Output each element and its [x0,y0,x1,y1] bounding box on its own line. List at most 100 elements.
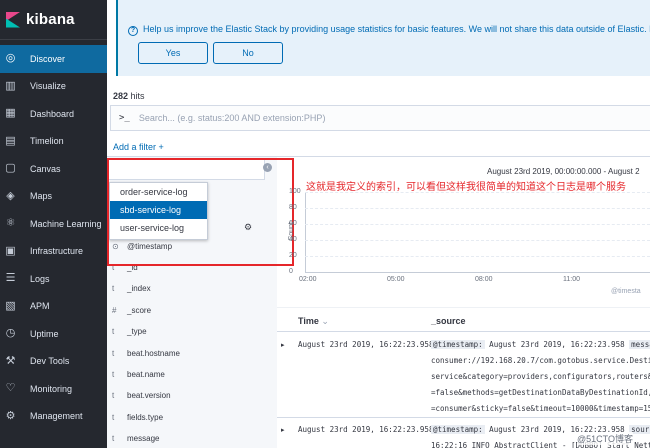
machine-learning-icon: ⚛ [5,217,16,230]
nav-maps[interactable]: ◈ Maps [0,183,107,211]
field-item[interactable]: t beat.version [112,389,171,403]
field-item[interactable]: t _index [112,282,151,296]
add-filter-link[interactable]: Add a filter + [113,142,164,152]
heartbeat-icon: ♡ [5,382,16,395]
no-button[interactable]: No [213,42,283,64]
wrench-icon: ⚒ [5,354,16,367]
field-item[interactable]: t message [112,432,159,446]
x-tick-label: 08:00 [475,276,493,283]
banner-message: Help us improve the Elastic Stack by pro… [143,24,650,34]
date-range: August 23rd 2019, 00:00:00.000 - August … [487,167,640,176]
nav-canvas[interactable]: ▢ Canvas [0,155,107,183]
logs-icon: ☰ [5,272,16,285]
nav-label: Canvas [30,163,61,174]
nav-infrastructure[interactable]: ▣ Infrastructure [0,238,107,266]
field-type-icon: t [112,284,115,294]
nav-logs[interactable]: ☰ Logs [0,265,107,293]
nav-visualize[interactable]: ▥ Visualize [0,73,107,101]
grid-line [305,256,650,257]
expand-row-icon[interactable]: ▸ [281,426,285,434]
infrastructure-icon: ▣ [5,244,16,257]
field-name: _index [127,284,151,294]
search-placeholder: Search... (e.g. status:200 AND extension… [138,113,326,123]
field-type-icon: t [112,369,115,379]
cell-time: August 23rd 2019, 16:22:23.958 [298,425,434,434]
y-tick-label: 60 [289,220,297,227]
query-prompt-icon: >_ [119,113,130,123]
field-item[interactable]: t beat.name [112,367,165,381]
nav-management[interactable]: ⚙ Management [0,403,107,431]
field-item[interactable]: t _type [112,325,147,339]
yes-button[interactable]: Yes [138,42,208,64]
dashboard-icon: ▦ [5,107,16,120]
bar-chart-icon: ▥ [5,79,16,92]
x-tick-label: 05:00 [387,276,405,283]
nav-monitoring[interactable]: ♡ Monitoring [0,375,107,403]
expand-row-icon[interactable]: ▸ [281,341,285,349]
maps-icon: ◈ [6,189,15,202]
field-type-icon: t [112,434,115,444]
field-type-icon: t [112,412,115,422]
search-input[interactable]: >_ Search... (e.g. status:200 AND extens… [110,105,650,131]
timelion-icon: ▤ [5,134,16,147]
gear-icon: ⚙ [5,409,16,422]
grid-line [305,224,650,225]
field-type-icon: t [112,391,115,401]
y-tick-label: 0 [289,268,293,275]
nav-label: Dashboard [30,108,75,119]
source-line: =false&methods=getDestinationDataByDesti… [431,388,650,397]
side-nav: kibana ◎ Discover ▥ Visualize ▦ Dashboard ▤ Tim… [0,0,107,448]
field-name: beat.name [127,369,165,379]
y-tick-label: 40 [289,236,297,243]
nav-machine-learning[interactable]: ⚛ Machine Learning [0,210,107,238]
field-name: beat.version [127,391,171,401]
field-name: _score [127,305,152,315]
source-line: consumer://192.168.20.7/com.gotobus.serv… [431,356,650,365]
brand-header[interactable]: kibana [0,0,107,40]
nav-label: Visualize [30,81,66,92]
highlight-box [107,158,294,266]
discover-main: ? Help us improve the Elastic Stack by pr… [107,0,650,448]
col-source-header: _source [431,316,466,326]
field-name: fields.type [127,412,164,422]
source-line: =consumer&sticky=false&timeout=10000&tim… [431,404,650,413]
y-tick-label: 20 [289,252,297,259]
nav-uptime[interactable]: ◷ Uptime [0,320,107,348]
source-line: service&category=providers,configurators… [431,372,650,381]
nav-label: Management [30,411,83,422]
nav-discover[interactable]: ◎ Discover [0,45,107,73]
field-item[interactable]: t beat.hostname [112,346,180,360]
nav-dev-tools[interactable]: ⚒ Dev Tools [0,348,107,376]
nav-label: Dev Tools [30,356,70,367]
field-item[interactable]: # _score [112,303,151,317]
nav-label: Infrastructure [30,246,84,257]
field-name: beat.hostname [127,348,180,358]
field-type-icon: t [112,327,115,337]
kibana-logo-icon [6,11,20,28]
x-tick-label: 11:00 [563,276,580,283]
nav-label: Discover [30,53,66,64]
brand-title: kibana [26,11,75,28]
info-icon: ? [128,26,138,36]
apm-icon: ▧ [5,299,16,312]
y-tick-label: 80 [289,204,297,211]
histogram-chart: Count @timesta 100 80 60 40 20 0 02:00 05:00 08:… [287,186,650,301]
field-type-icon: # [112,305,117,315]
x-axis-label: @timesta [611,288,641,295]
grid-line [305,208,650,209]
nav-dashboard[interactable]: ▦ Dashboard [0,100,107,128]
nav-apm[interactable]: ▧ APM [0,293,107,321]
field-name: _type [127,327,147,337]
telemetry-banner: ? Help us improve the Elastic Stack by pr… [116,0,650,76]
field-name: message [127,434,160,444]
col-time-header[interactable]: Time ⌄ [298,316,329,327]
nav-label: Maps [30,191,53,202]
nav-timelion[interactable]: ▤ Timelion [0,128,107,156]
y-tick-label: 100 [289,188,301,195]
field-type-icon: t [112,348,115,358]
nav-label: Logs [30,273,50,284]
nav-label: Uptime [30,328,59,339]
field-item[interactable]: t fields.type [112,410,163,424]
nav-label: Monitoring [30,383,73,394]
grid-line [305,192,650,193]
